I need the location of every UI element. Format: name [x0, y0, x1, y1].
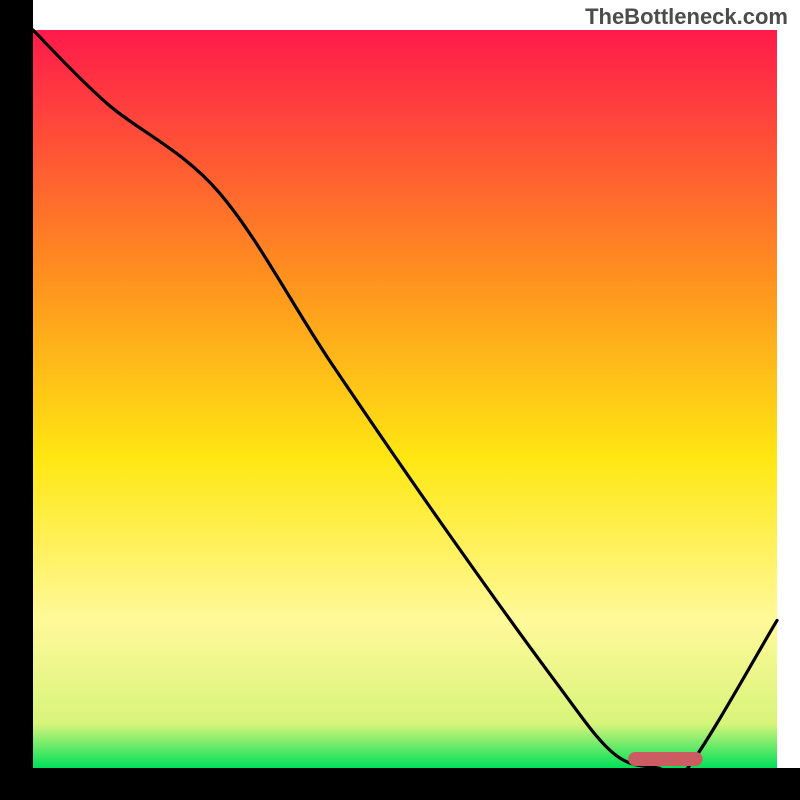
- watermark-text: TheBottleneck.com: [585, 4, 788, 30]
- gradient-plot-area: [33, 30, 777, 768]
- optimum-marker: [628, 752, 702, 766]
- axis-bottom: [0, 768, 800, 800]
- axis-left: [0, 0, 33, 800]
- chart-svg: [0, 0, 800, 800]
